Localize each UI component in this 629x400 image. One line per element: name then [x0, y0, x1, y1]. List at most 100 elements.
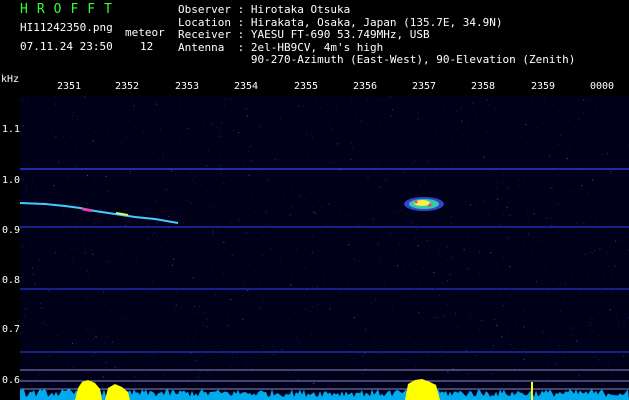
noise-pixel	[248, 356, 250, 358]
noise-pixel	[376, 162, 378, 164]
noise-pixel	[572, 311, 574, 313]
noise-pixel	[305, 198, 307, 200]
noise-pixel	[510, 277, 511, 279]
noise-pixel	[266, 283, 268, 285]
noise-pixel	[353, 317, 355, 318]
noise-pixel	[86, 270, 88, 272]
noise-pixel	[339, 209, 341, 211]
noise-pixel	[66, 327, 68, 329]
noise-pixel	[488, 214, 490, 216]
spectrogram-plot[interactable]	[20, 96, 629, 400]
noise-pixel	[329, 307, 330, 309]
noise-pixel	[564, 300, 566, 302]
noise-pixel	[623, 326, 625, 328]
noise-pixel	[474, 299, 476, 301]
noise-pixel	[317, 200, 319, 202]
noise-pixel	[123, 172, 125, 173]
noise-pixel	[372, 218, 374, 220]
noise-pixel	[601, 154, 603, 156]
noise-pixel	[373, 271, 375, 273]
noise-pixel	[364, 352, 366, 354]
noise-pixel	[365, 368, 367, 370]
noise-pixel	[358, 260, 360, 262]
noise-pixel	[450, 325, 452, 327]
noise-pixel	[557, 98, 559, 100]
noise-pixel	[98, 202, 100, 204]
noise-pixel	[258, 307, 260, 309]
noise-pixel	[256, 293, 258, 295]
noise-pixel	[64, 142, 66, 144]
noise-pixel	[614, 265, 616, 267]
noise-pixel	[617, 324, 619, 326]
noise-pixel	[523, 358, 525, 360]
noise-pixel	[383, 100, 385, 101]
noise-pixel	[352, 146, 354, 148]
noise-pixel	[50, 270, 52, 272]
noise-pixel	[572, 334, 574, 336]
noise-pixel	[503, 213, 505, 215]
noise-pixel	[528, 234, 530, 236]
noise-pixel	[612, 231, 614, 233]
noise-pixel	[313, 211, 315, 213]
noise-pixel	[576, 340, 578, 341]
noise-pixel	[73, 322, 75, 323]
noise-pixel	[301, 215, 303, 217]
noise-pixel	[68, 176, 70, 178]
noise-pixel	[499, 224, 501, 225]
noise-pixel	[392, 306, 393, 308]
noise-pixel	[365, 305, 367, 307]
noise-pixel	[55, 136, 57, 138]
noise-pixel	[231, 212, 233, 214]
noise-pixel	[109, 260, 110, 262]
noise-pixel	[370, 148, 372, 150]
noise-pixel	[525, 334, 527, 336]
noise-pixel	[571, 272, 573, 274]
noise-pixel	[73, 177, 75, 179]
noise-pixel	[435, 133, 437, 135]
noise-pixel	[375, 321, 377, 323]
noise-pixel	[43, 321, 45, 323]
noise-pixel	[311, 334, 313, 336]
noise-pixel	[397, 123, 399, 125]
x-tick-label: 2356	[353, 81, 378, 92]
noise-pixel	[180, 122, 182, 123]
noise-pixel	[450, 100, 451, 102]
noise-pixel	[237, 132, 239, 134]
noise-pixel	[360, 120, 362, 122]
noise-pixel	[294, 372, 296, 374]
noise-pixel	[230, 179, 232, 181]
noise-pixel	[496, 198, 498, 200]
noise-pixel	[34, 283, 36, 285]
noise-pixel	[75, 165, 77, 167]
noise-pixel	[163, 375, 165, 376]
noise-pixel	[606, 153, 608, 155]
noise-pixel	[82, 177, 84, 179]
meteor-echo-peak	[428, 203, 432, 207]
noise-pixel	[259, 281, 261, 283]
datetime-label: 07.11.24 23:50	[20, 40, 113, 53]
noise-pixel	[242, 161, 244, 163]
noise-pixel	[594, 250, 595, 252]
noise-pixel	[284, 128, 286, 130]
noise-pixel	[358, 225, 360, 227]
noise-pixel	[512, 347, 514, 349]
noise-pixel	[479, 359, 481, 361]
meteor-count: 12	[140, 40, 154, 53]
noise-pixel	[539, 239, 541, 241]
noise-pixel	[274, 350, 276, 352]
noise-pixel	[543, 137, 545, 139]
noise-pixel	[314, 213, 316, 214]
noise-pixel	[192, 277, 194, 279]
noise-pixel	[374, 172, 376, 174]
noise-pixel	[90, 346, 92, 348]
noise-pixel	[444, 316, 446, 318]
noise-pixel	[57, 283, 59, 285]
noise-pixel	[405, 359, 407, 361]
noise-pixel	[271, 354, 273, 356]
noise-pixel	[503, 114, 505, 116]
noise-pixel	[147, 207, 149, 209]
noise-pixel	[48, 356, 50, 358]
noise-pixel	[84, 96, 86, 98]
noise-pixel	[107, 129, 108, 131]
noise-pixel	[447, 304, 449, 306]
